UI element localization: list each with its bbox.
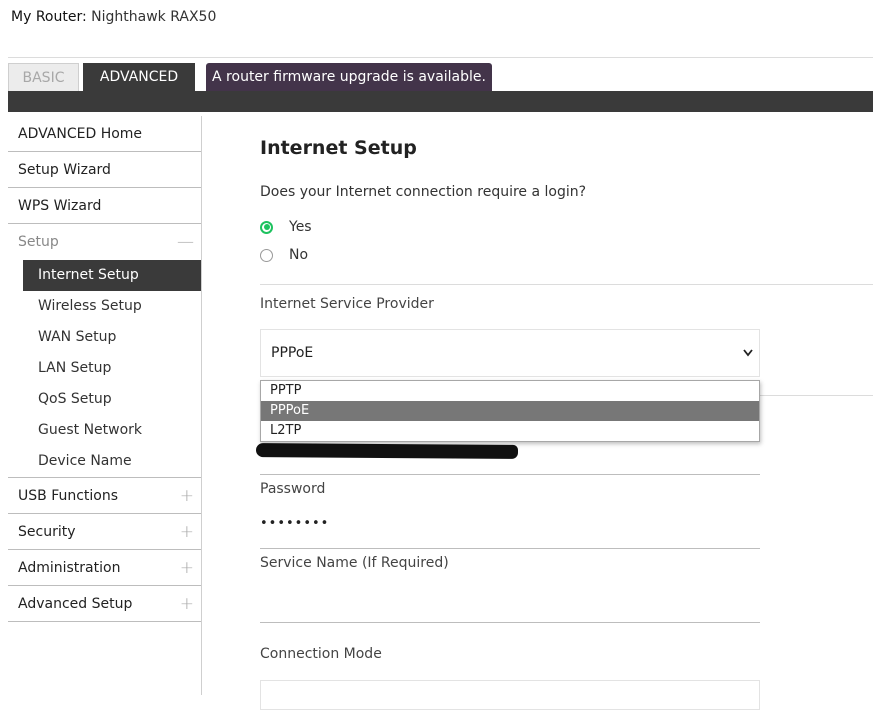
isp-selected-value: PPPoE [271, 345, 314, 361]
sidebar-item-label: Advanced Setup [18, 596, 133, 612]
sidebar-border [201, 116, 202, 695]
sidebar-subitem-wan-setup[interactable]: WAN Setup [23, 322, 202, 353]
login-question: Does your Internet connection require a … [260, 184, 587, 200]
sidebar-item-administration[interactable]: Administration + [8, 550, 202, 586]
isp-option-l2tp[interactable]: L2TP [261, 421, 759, 441]
collapse-icon[interactable]: — [177, 224, 194, 260]
router-label: My Router: [11, 9, 87, 25]
nav-bar [8, 91, 873, 112]
password-input[interactable]: •••••••• [260, 516, 329, 531]
sidebar-item-wps-wizard[interactable]: WPS Wizard [8, 188, 202, 224]
sidebar-item-label: Setup [18, 234, 59, 250]
sidebar-subitem-label: Wireless Setup [38, 298, 142, 314]
firmware-upgrade-banner[interactable]: A router firmware upgrade is available. [206, 63, 492, 92]
router-model: Nighthawk RAX50 [91, 9, 217, 25]
sidebar-subitem-label: LAN Setup [38, 360, 112, 376]
sidebar-item-advanced-home[interactable]: ADVANCED Home [8, 116, 202, 152]
sidebar-item-setup-wizard[interactable]: Setup Wizard [8, 152, 202, 188]
login-field-underline[interactable] [260, 474, 760, 475]
section-divider [260, 284, 873, 285]
sidebar-subitem-guest-network[interactable]: Guest Network [23, 415, 202, 446]
radio-no[interactable] [260, 248, 273, 262]
sidebar: ADVANCED Home Setup Wizard WPS Wizard Se… [8, 116, 202, 622]
sidebar-item-label: Security [18, 524, 76, 540]
radio-no-row[interactable]: No [260, 247, 308, 263]
expand-icon[interactable]: + [180, 514, 194, 550]
sidebar-subitem-label: Internet Setup [38, 267, 139, 283]
isp-option-pppoe[interactable]: PPPoE [261, 401, 759, 421]
header-divider [8, 57, 873, 58]
isp-option-pptp[interactable]: PPTP [261, 381, 759, 401]
sidebar-subitem-qos-setup[interactable]: QoS Setup [23, 384, 202, 415]
radio-yes[interactable] [260, 220, 273, 234]
sidebar-item-setup[interactable]: Setup — [8, 224, 202, 260]
sidebar-item-usb-functions[interactable]: USB Functions + [8, 478, 202, 514]
sidebar-item-label: ADVANCED Home [18, 126, 143, 142]
sidebar-item-label: Setup Wizard [18, 162, 111, 178]
sidebar-subitem-device-name[interactable]: Device Name [8, 446, 202, 478]
sidebar-subitem-label: Guest Network [38, 422, 143, 438]
sidebar-subitem-wireless-setup[interactable]: Wireless Setup [23, 291, 202, 322]
password-label: Password [260, 481, 326, 497]
sidebar-subitem-label: Device Name [38, 453, 132, 469]
tab-basic[interactable]: BASIC [8, 63, 79, 92]
sidebar-subitem-label: WAN Setup [38, 329, 117, 345]
sidebar-subitem-internet-setup[interactable]: Internet Setup [23, 260, 202, 291]
expand-icon[interactable]: + [180, 478, 194, 514]
connection-mode-select[interactable] [260, 680, 760, 710]
isp-select[interactable]: PPPoE [260, 329, 760, 377]
password-field-underline[interactable] [260, 548, 760, 549]
page-title: Internet Setup [260, 137, 417, 159]
tab-advanced[interactable]: ADVANCED [83, 63, 195, 92]
sidebar-item-label: Administration [18, 560, 121, 576]
radio-no-label: No [289, 247, 309, 263]
router-title: My Router: Nighthawk RAX50 [11, 9, 216, 25]
radio-yes-label: Yes [289, 219, 312, 235]
sidebar-subitem-lan-setup[interactable]: LAN Setup [23, 353, 202, 384]
isp-label: Internet Service Provider [260, 296, 434, 312]
expand-icon[interactable]: + [180, 586, 194, 622]
radio-yes-row[interactable]: Yes [260, 219, 312, 235]
isp-dropdown-list: PPTP PPPoE L2TP [260, 380, 760, 442]
redaction-mark [255, 443, 519, 459]
sidebar-item-advanced-setup[interactable]: Advanced Setup + [8, 586, 202, 622]
expand-icon[interactable]: + [180, 550, 194, 586]
sidebar-subitem-label: QoS Setup [38, 391, 112, 407]
sidebar-item-security[interactable]: Security + [8, 514, 202, 550]
sidebar-item-label: WPS Wizard [18, 198, 102, 214]
service-name-input[interactable] [260, 622, 760, 623]
sidebar-item-label: USB Functions [18, 488, 119, 504]
connection-mode-label: Connection Mode [260, 646, 382, 662]
service-name-label: Service Name (If Required) [260, 555, 449, 571]
